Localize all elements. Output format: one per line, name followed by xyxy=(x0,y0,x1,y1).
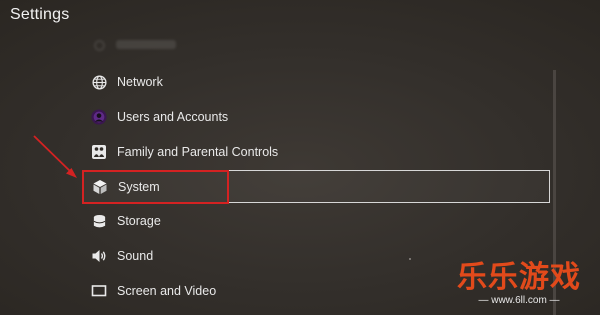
settings-item-users-and-accounts[interactable]: Users and Accounts xyxy=(82,101,550,134)
settings-item-label: Sound xyxy=(117,249,154,263)
family-icon xyxy=(91,144,107,160)
monitor-icon xyxy=(91,283,107,299)
settings-screen: Settings Network Users and Accounts Fami… xyxy=(0,0,600,315)
globe-icon xyxy=(91,74,107,90)
watermark-brand: 乐乐游戏 xyxy=(457,260,581,295)
list-item-faded-top[interactable] xyxy=(88,37,228,53)
settings-item-label: Storage xyxy=(117,214,161,228)
watermark: 乐乐游戏 — www.6ll.com — xyxy=(444,261,594,311)
annotation-arrow xyxy=(33,135,77,178)
settings-item-family-and-parental-controls[interactable]: Family and Parental Controls xyxy=(82,136,550,169)
speaker-icon xyxy=(91,248,107,264)
settings-item-label: Users and Accounts xyxy=(117,110,229,124)
user-avatar-icon xyxy=(91,109,107,125)
storage-icon xyxy=(91,213,107,229)
faded-label xyxy=(116,40,176,49)
watermark-url: — www.6ll.com — xyxy=(478,295,560,306)
settings-item-label: Screen and Video xyxy=(117,284,217,298)
accessibility-icon xyxy=(94,40,105,51)
settings-item-network[interactable]: Network xyxy=(82,66,550,99)
settings-item-label: Family and Parental Controls xyxy=(117,145,279,159)
settings-item-storage[interactable]: Storage xyxy=(82,205,550,238)
dust-speck xyxy=(409,258,411,260)
settings-item-label: Network xyxy=(117,75,163,89)
annotation-highlight-box xyxy=(82,170,229,204)
